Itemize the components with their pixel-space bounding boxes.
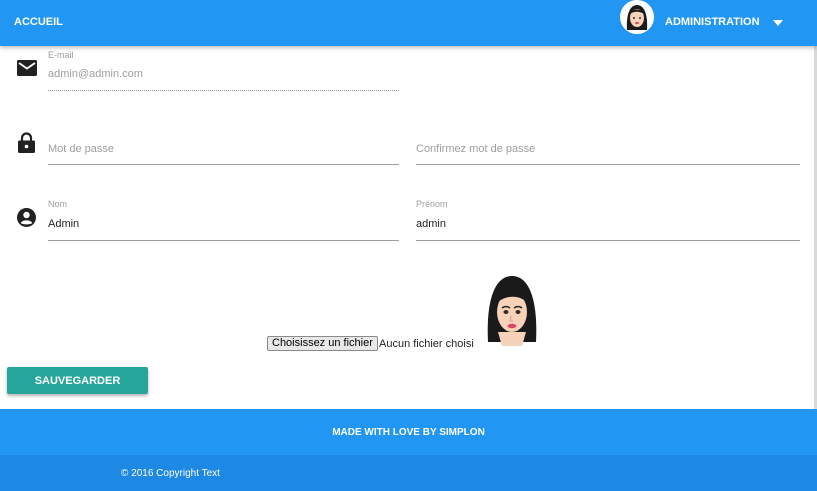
password-field[interactable]: Mot de passe — [48, 143, 114, 155]
top-navbar: ACCUEIL ADMINISTRATION — [0, 0, 817, 46]
choose-file-button[interactable]: Choisissez un fichier — [267, 336, 378, 351]
first-name-label: Prénom — [416, 199, 448, 209]
footer-copyright-bar: © 2016 Copyright Text — [0, 455, 817, 491]
email-underline — [48, 90, 399, 91]
file-status: Aucun fichier choisi — [379, 338, 474, 350]
password-confirm-field[interactable]: Confirmez mot de passe — [416, 143, 535, 155]
save-button[interactable]: SAUVEGARDER — [7, 367, 148, 394]
last-name-underline — [48, 240, 399, 241]
footer-made-with: MADE WITH LOVE BY SIMPLON — [332, 427, 485, 438]
last-name-field[interactable]: Admin — [48, 218, 79, 230]
email-field[interactable]: admin@admin.com — [48, 68, 143, 80]
password-underline — [48, 164, 399, 165]
nav-admin-menu[interactable]: ADMINISTRATION — [665, 16, 760, 28]
password-confirm-underline — [416, 164, 800, 165]
email-label: E-mail — [48, 50, 74, 60]
last-name-label: Nom — [48, 199, 68, 209]
nav-home-link[interactable]: ACCUEIL — [14, 16, 63, 28]
footer: MADE WITH LOVE BY SIMPLON — [0, 409, 817, 455]
copyright-text: © 2016 Copyright Text — [121, 468, 220, 479]
lock-icon — [18, 132, 35, 158]
first-name-field[interactable]: admin — [416, 218, 446, 230]
caret-down-icon[interactable] — [773, 20, 783, 26]
account-circle-icon — [17, 208, 36, 232]
avatar-icon[interactable] — [620, 0, 654, 34]
email-icon — [17, 60, 37, 81]
first-name-underline — [416, 240, 800, 241]
profile-avatar-image — [484, 272, 540, 346]
